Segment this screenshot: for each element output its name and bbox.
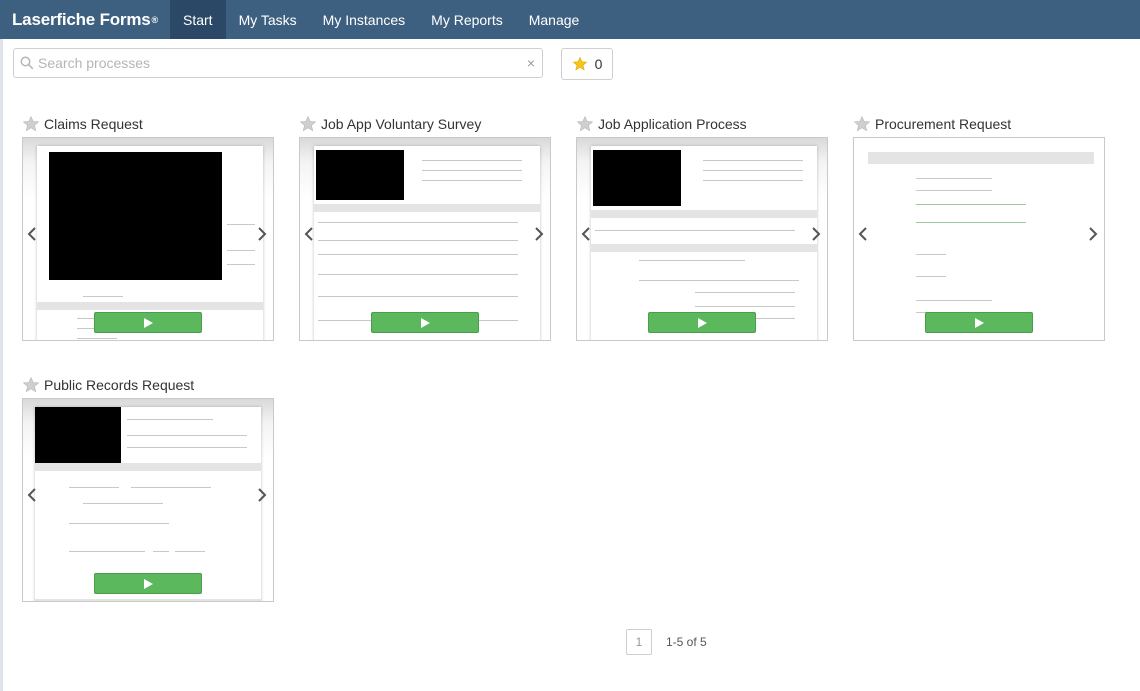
play-icon: [144, 578, 153, 589]
clear-search-icon[interactable]: ×: [520, 55, 542, 71]
next-page-arrow-icon[interactable]: [809, 226, 823, 242]
redacted-block: [35, 407, 121, 463]
redacted-block: [593, 150, 681, 206]
previous-page-arrow-icon[interactable]: [25, 487, 39, 503]
star-outline-icon[interactable]: [22, 115, 40, 133]
next-page-arrow-icon[interactable]: [255, 226, 269, 242]
play-icon: [144, 317, 153, 328]
search-input[interactable]: [38, 50, 520, 76]
start-process-button[interactable]: [648, 312, 756, 333]
main-nav: Start My Tasks My Instances My Reports M…: [170, 0, 592, 39]
brand-registered-mark: ®: [151, 14, 159, 25]
nav-tab-my-instances[interactable]: My Instances: [310, 0, 418, 39]
star-outline-icon[interactable]: [576, 115, 594, 133]
previous-page-arrow-icon[interactable]: [579, 226, 593, 242]
process-card-procurement-request: Procurement Request: [853, 113, 1105, 341]
card-title: Procurement Request: [875, 116, 1012, 132]
nav-tab-manage[interactable]: Manage: [516, 0, 593, 39]
process-card-job-app-voluntary-survey: Job App Voluntary Survey: [299, 113, 551, 341]
start-process-button[interactable]: [94, 312, 202, 333]
previous-page-arrow-icon[interactable]: [856, 226, 870, 242]
process-card-public-records-request: Public Records Request: [22, 374, 274, 602]
card-title: Job App Voluntary Survey: [321, 116, 482, 132]
play-icon: [975, 317, 984, 328]
next-page-arrow-icon[interactable]: [255, 487, 269, 503]
process-card-claims-request: Claims Request: [22, 113, 274, 341]
star-outline-icon[interactable]: [22, 376, 40, 394]
previous-page-arrow-icon[interactable]: [25, 226, 39, 242]
card-title: Job Application Process: [598, 116, 747, 132]
brand-logo[interactable]: Laserfiche Forms ®: [0, 0, 170, 39]
favorites-filter-button[interactable]: 0: [561, 48, 613, 80]
top-navigation-bar: Laserfiche Forms ® Start My Tasks My Inst…: [0, 0, 1140, 39]
form-preview-thumbnail[interactable]: [853, 137, 1105, 341]
previous-page-arrow-icon[interactable]: [302, 226, 316, 242]
form-preview-thumbnail[interactable]: [299, 137, 551, 341]
form-preview-thumbnail[interactable]: [576, 137, 828, 341]
star-outline-icon[interactable]: [299, 115, 317, 133]
favorites-count: 0: [594, 56, 603, 72]
card-title: Claims Request: [44, 116, 143, 132]
star-filled-icon: [572, 56, 587, 71]
page-range-label: 1-5 of 5: [666, 635, 707, 649]
nav-tab-my-tasks[interactable]: My Tasks: [226, 0, 310, 39]
start-process-button[interactable]: [925, 312, 1033, 333]
nav-tab-my-reports[interactable]: My Reports: [418, 0, 516, 39]
form-preview-thumbnail[interactable]: [22, 398, 274, 602]
left-edge-stripe: [0, 39, 3, 691]
form-preview-thumbnail[interactable]: [22, 137, 274, 341]
star-outline-icon[interactable]: [853, 115, 871, 133]
page-number-button[interactable]: 1: [626, 629, 652, 655]
next-page-arrow-icon[interactable]: [532, 226, 546, 242]
play-icon: [421, 317, 430, 328]
search-icon: [16, 56, 38, 70]
nav-tab-start[interactable]: Start: [170, 0, 226, 39]
redacted-block: [316, 150, 404, 200]
next-page-arrow-icon[interactable]: [1086, 226, 1100, 242]
search-box: ×: [13, 48, 543, 78]
start-process-button[interactable]: [94, 573, 202, 594]
brand-name: Laserfiche Forms: [12, 9, 151, 29]
pagination: 1 1-5 of 5: [626, 629, 707, 655]
process-card-job-application-process: Job Application Process: [576, 113, 828, 341]
play-icon: [698, 317, 707, 328]
redacted-block: [49, 152, 222, 280]
card-title: Public Records Request: [44, 377, 195, 393]
start-process-button[interactable]: [371, 312, 479, 333]
